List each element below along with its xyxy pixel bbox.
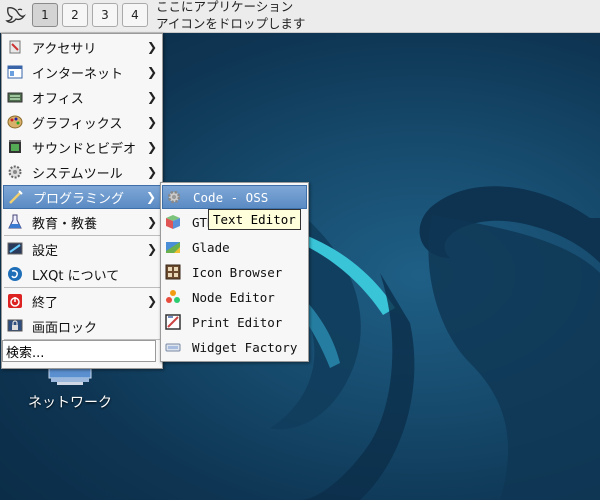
menu-item-internet[interactable]: インターネット ❯ [3,60,161,84]
submenu-item-glade[interactable]: Glade [162,235,307,259]
desktop-2-button[interactable]: 2 [62,3,88,27]
menu-item-about-lxqt[interactable]: LXQt について [3,262,161,286]
menu-separator [4,287,160,288]
submenu-item-label: Glade [192,239,230,255]
power-icon [7,293,23,309]
chevron-right-icon: ❯ [147,90,158,104]
menu-item-label: 画面ロック [32,320,98,336]
menu-item-graphics[interactable]: グラフィックス ❯ [3,110,161,134]
chevron-right-icon: ❯ [147,140,158,154]
menu-item-label: グラフィックス [32,116,123,132]
menu-item-label: プログラミング [33,191,125,207]
menu-item-shutdown[interactable]: 終了 ❯ [3,289,161,313]
chevron-right-icon: ❯ [147,165,158,179]
dropzone-text-line1: ここにアプリケーション [156,0,294,14]
menu-item-label: 教育・教養 [32,216,98,232]
gtk-icon [165,214,181,230]
graphics-icon [7,114,23,130]
menu-item-system-tools[interactable]: システムツール ❯ [3,160,161,184]
desktop-1-button[interactable]: 1 [32,3,58,27]
chevron-right-icon: ❯ [147,242,158,256]
menu-item-programming[interactable]: プログラミング ❯ [3,185,161,209]
menu-item-label: インターネット [32,66,124,82]
accessories-icon [7,39,23,55]
menu-item-label: アクセサリ [32,41,97,57]
lxqt-icon [7,266,23,282]
chevron-right-icon: ❯ [146,190,157,204]
submenu-item-node-editor[interactable]: Node Editor [162,285,307,309]
dropzone-text-line2: アイコンをドロップします [156,16,306,31]
menu-item-sound-video[interactable]: サウンドとビデオ ❯ [3,135,161,159]
application-menu: アクセサリ ❯ インターネット ❯ オフィス ❯ グラフィックス ❯ サウンドと… [1,33,163,369]
top-panel: 1 2 3 4 ここにアプリケーション アイコンをドロップします [0,0,600,33]
icon-browser-icon [165,264,181,280]
submenu-item-print-editor[interactable]: Print Editor [162,310,307,334]
menu-item-label: 設定 [32,243,59,259]
desktop-icon-label: ネットワーク [28,395,112,411]
submenu-item-code-oss[interactable]: Code - OSS [162,185,307,209]
desktop-3-button[interactable]: 3 [92,3,118,27]
print-editor-icon [165,314,181,330]
menu-item-label: サウンドとビデオ [32,141,137,157]
programming-icon [8,189,24,205]
node-editor-icon [165,289,181,305]
submenu-item-label: Widget Factory [192,339,298,355]
menu-item-label: オフィス [32,91,84,107]
quicklaunch-dropzone[interactable]: ここにアプリケーション アイコンをドロップします [156,0,305,32]
application-menu-button[interactable] [2,2,28,28]
chevron-right-icon: ❯ [147,40,158,54]
system-tools-icon [7,164,23,180]
desktop-4-button[interactable]: 4 [122,3,148,27]
submenu-item-label: Code - OSS [193,189,269,205]
education-icon [7,214,23,230]
lock-screen-icon [7,318,23,334]
code-oss-icon [166,189,182,205]
office-icon [7,89,23,105]
menu-item-lock-screen[interactable]: 画面ロック [3,314,161,338]
menu-item-accessories[interactable]: アクセサリ ❯ [3,35,161,59]
chevron-right-icon: ❯ [147,115,158,129]
glade-icon [165,239,181,255]
menu-item-education[interactable]: 教育・教養 ❯ [3,210,161,234]
menu-item-label: 終了 [32,295,59,311]
chevron-right-icon: ❯ [147,215,158,229]
settings-icon [7,241,23,257]
chevron-right-icon: ❯ [147,65,158,79]
menu-search-input[interactable] [2,340,156,362]
chevron-right-icon: ❯ [147,294,158,308]
widget-factory-icon [165,339,181,355]
lxqt-bird-icon [5,7,26,24]
internet-icon [7,64,23,80]
menu-item-label: システムツール [32,166,123,182]
submenu-item-label: Icon Browser [192,264,283,280]
sound-video-icon [7,139,23,155]
submenu-item-label: Print Editor [192,314,283,330]
submenu-item-label: Node Editor [192,289,275,305]
menu-separator [4,235,160,236]
menu-item-label: LXQt について [32,268,120,284]
submenu-item-widget-factory[interactable]: Widget Factory [162,335,307,359]
submenu-item-icon-browser[interactable]: Icon Browser [162,260,307,284]
tooltip: Text Editor [208,209,301,230]
menu-item-settings[interactable]: 設定 ❯ [3,237,161,261]
menu-item-office[interactable]: オフィス ❯ [3,85,161,109]
